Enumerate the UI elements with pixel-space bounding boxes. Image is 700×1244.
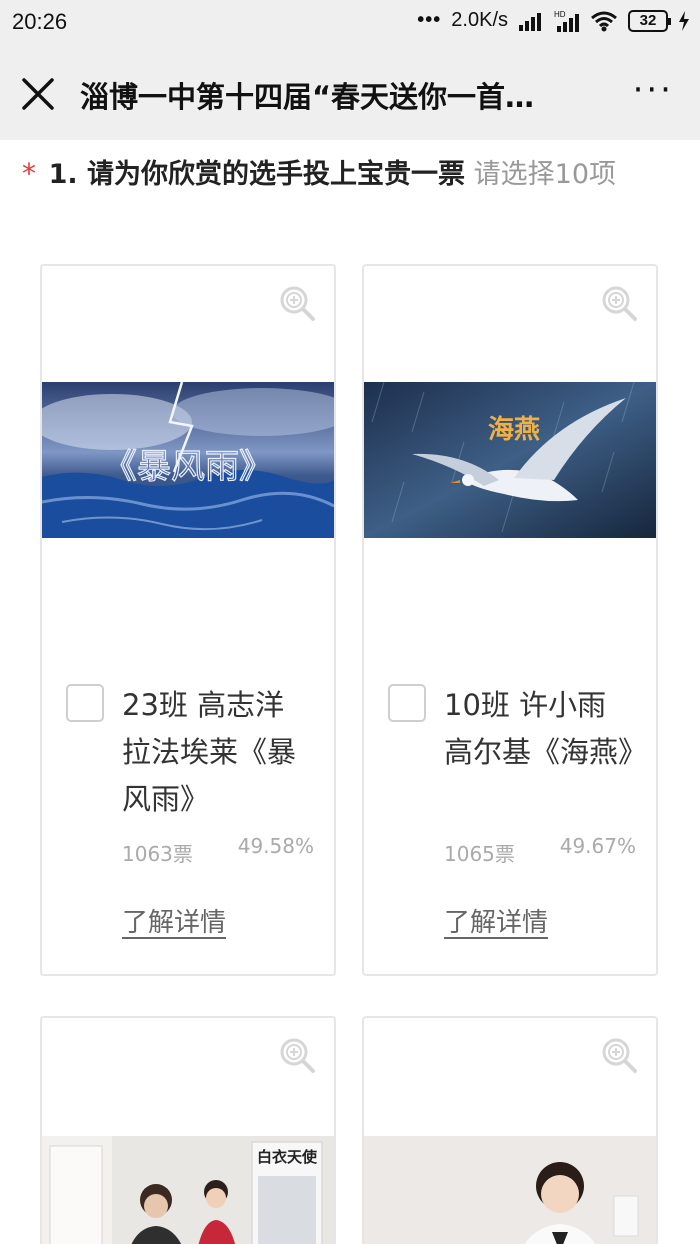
wifi-icon: [591, 11, 617, 31]
candidate-image-seagull[interactable]: 海燕: [364, 382, 656, 538]
candidate-image-storm[interactable]: 《暴风雨》: [42, 382, 334, 538]
status-bar: 20:26 ••• 2.0K/s HD 32: [0, 0, 700, 46]
candidate-card[interactable]: [362, 1016, 658, 1244]
nav-bar: 淄博一中第十四届“春天送你一首… ···: [0, 46, 700, 140]
candidate-image-girl[interactable]: [364, 1136, 656, 1244]
zoom-in-icon[interactable]: [600, 284, 638, 322]
vote-count: 1063票: [122, 842, 193, 866]
more-menu-icon[interactable]: ···: [633, 73, 674, 107]
zoom-in-icon[interactable]: [278, 284, 316, 322]
battery-icon: 32: [628, 9, 671, 32]
signal-icon: [519, 12, 541, 31]
storm-image-title: 《暴风雨》: [103, 447, 273, 487]
status-icons: ••• 2.0K/s HD 32: [417, 9, 690, 32]
candidate-card[interactable]: 《暴风雨》 23班 高志洋 拉法埃莱《暴风雨》 1063票 49.58% 了解详…: [40, 264, 336, 976]
candidate-name: 10班 许小雨 高尔基《海燕》: [444, 688, 648, 769]
question-heading: * 1. 请为你欣赏的选手投上宝贵一票 请选择10项: [22, 150, 672, 199]
details-link[interactable]: 了解详情: [444, 902, 548, 939]
vote-percent: 49.58%: [237, 834, 314, 858]
vote-count: 1065票: [444, 842, 515, 866]
zoom-in-icon[interactable]: [600, 1036, 638, 1074]
svg-text:HD: HD: [554, 10, 566, 19]
candidate-card[interactable]: 白衣天使: [40, 1016, 336, 1244]
close-icon[interactable]: [20, 76, 56, 112]
required-mark: *: [22, 157, 36, 190]
status-time: 20:26: [12, 9, 68, 34]
vote-percent: 49.67%: [559, 834, 636, 858]
signal-hd-icon: HD: [554, 10, 579, 32]
candidate-card[interactable]: 海燕 10班 许小雨 高尔基《海燕》 1065票 49.67% 了解详情: [362, 264, 658, 976]
charging-icon: [679, 10, 689, 31]
zoom-in-icon[interactable]: [278, 1036, 316, 1074]
select-checkbox[interactable]: [66, 684, 104, 722]
book-title: 白衣天使: [257, 1148, 318, 1166]
select-checkbox[interactable]: [388, 684, 426, 722]
question-text: 1. 请为你欣赏的选手投上宝贵一票: [48, 159, 466, 190]
page-title: 淄博一中第十四届“春天送你一首…: [80, 80, 535, 114]
candidate-image-duo[interactable]: 白衣天使: [42, 1136, 334, 1244]
candidate-name: 23班 高志洋 拉法埃莱《暴风雨》: [122, 688, 297, 816]
details-link[interactable]: 了解详情: [122, 902, 226, 939]
notification-dots-icon: •••: [417, 9, 442, 31]
seagull-image-title: 海燕: [488, 415, 540, 445]
question-hint: 请选择10项: [473, 159, 616, 190]
net-speed: 2.0K/s: [451, 9, 508, 31]
